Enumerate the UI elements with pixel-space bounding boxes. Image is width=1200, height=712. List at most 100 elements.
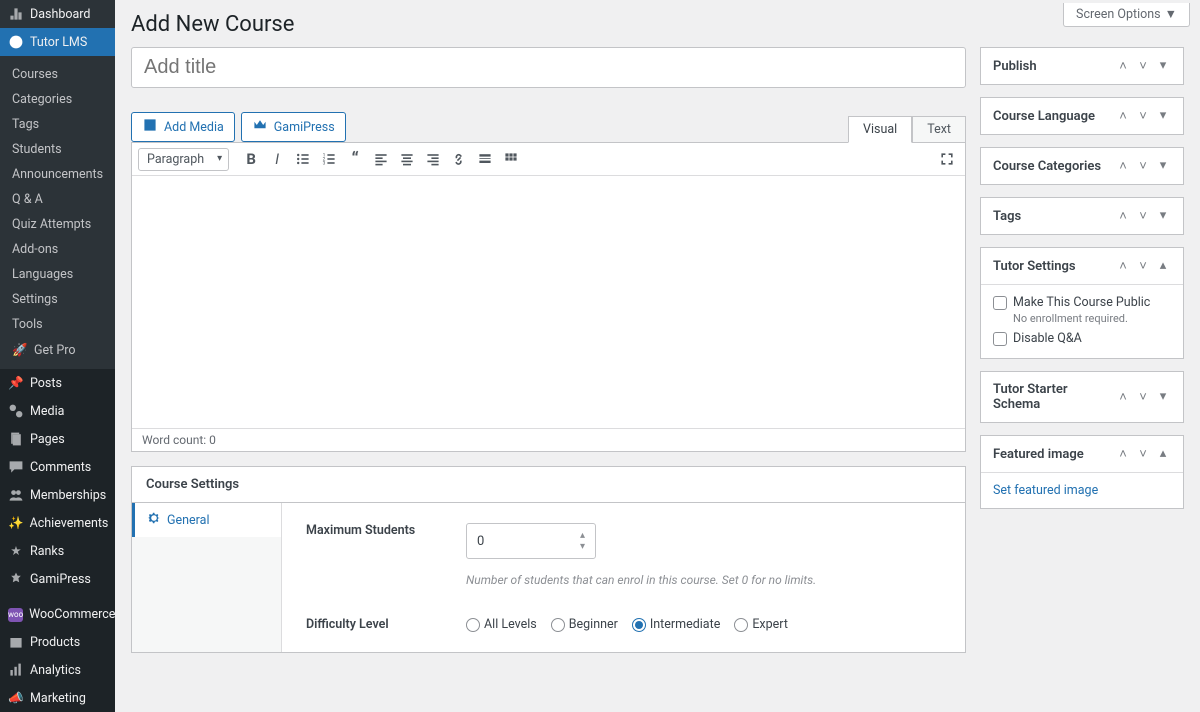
sidebar-sub-tags[interactable]: Tags — [0, 112, 115, 137]
move-up-icon[interactable]: ˄ — [1115, 389, 1131, 405]
woo-icon: woo — [8, 608, 23, 622]
metabox-featured-image: Featured image ˄˅▴ Set featured image — [980, 435, 1184, 509]
difficulty-intermediate[interactable]: Intermediate — [632, 617, 720, 632]
add-media-button[interactable]: Add Media — [131, 112, 235, 142]
align-right-button[interactable] — [421, 147, 445, 171]
toggle-icon[interactable]: ▾ — [1155, 158, 1171, 174]
sidebar-item-marketing[interactable]: 📣Marketing — [0, 684, 115, 712]
align-center-button[interactable] — [395, 147, 419, 171]
move-up-icon[interactable]: ˄ — [1115, 108, 1131, 124]
sidebar-item-dashboard[interactable]: Dashboard — [0, 0, 115, 28]
sidebar-sub-quiz-attempts[interactable]: Quiz Attempts — [0, 212, 115, 237]
word-count: Word count: 0 — [132, 428, 965, 451]
sidebar-item-achievements[interactable]: ✨Achievements — [0, 509, 115, 537]
sidebar-item-media[interactable]: Media — [0, 397, 115, 425]
sidebar-sub-qa[interactable]: Q & A — [0, 187, 115, 212]
sidebar-sub-students[interactable]: Students — [0, 137, 115, 162]
toolbar-toggle-button[interactable] — [499, 147, 523, 171]
make-public-checkbox[interactable]: Make This Course Public — [993, 295, 1171, 310]
sidebar-item-gamipress[interactable]: GamiPress — [0, 565, 115, 593]
difficulty-expert[interactable]: Expert — [734, 617, 788, 632]
disable-qa-checkbox[interactable]: Disable Q&A — [993, 331, 1171, 346]
link-button[interactable] — [447, 147, 471, 171]
screen-options-button[interactable]: Screen Options ▼ — [1063, 3, 1190, 27]
sidebar-sub-settings[interactable]: Settings — [0, 287, 115, 312]
toggle-icon[interactable]: ▴ — [1155, 446, 1171, 462]
sidebar-label: Comments — [30, 460, 91, 475]
move-down-icon[interactable]: ˅ — [1135, 208, 1151, 224]
svg-text:3: 3 — [323, 161, 326, 167]
paragraph-select[interactable]: Paragraph — [138, 148, 229, 171]
quote-button[interactable]: “ — [343, 147, 367, 171]
toggle-icon[interactable]: ▾ — [1155, 108, 1171, 124]
toggle-icon[interactable]: ▾ — [1155, 208, 1171, 224]
sidebar-sub-announcements[interactable]: Announcements — [0, 162, 115, 187]
bold-button[interactable]: B — [239, 147, 263, 171]
course-title-input[interactable] — [131, 47, 966, 88]
toggle-icon[interactable]: ▴ — [1155, 258, 1171, 274]
sidebar-label: WooCommerce — [29, 607, 115, 622]
align-left-button[interactable] — [369, 147, 393, 171]
sidebar-item-comments[interactable]: Comments — [0, 453, 115, 481]
move-down-icon[interactable]: ˅ — [1135, 58, 1151, 74]
move-down-icon[interactable]: ˅ — [1135, 446, 1151, 462]
sidebar-sub-get-pro[interactable]: 🚀 Get Pro — [0, 337, 115, 363]
dashboard-icon — [8, 6, 24, 22]
move-up-icon[interactable]: ˄ — [1115, 158, 1131, 174]
sidebar-item-woocommerce[interactable]: woo WooCommerce — [0, 601, 115, 628]
max-students-label: Maximum Students — [306, 523, 436, 587]
toggle-icon[interactable]: ▾ — [1155, 389, 1171, 405]
sidebar-sub-addons[interactable]: Add-ons — [0, 237, 115, 262]
checkbox-icon — [993, 332, 1007, 346]
sidebar-label: Pages — [30, 432, 65, 447]
move-up-icon[interactable]: ˄ — [1115, 258, 1131, 274]
set-featured-image-link[interactable]: Set featured image — [993, 483, 1098, 498]
checkbox-label: Make This Course Public — [1013, 295, 1150, 310]
sidebar-item-tutor-lms[interactable]: Tutor LMS — [0, 28, 115, 56]
move-down-icon[interactable]: ˅ — [1135, 258, 1151, 274]
move-up-icon[interactable]: ˄ — [1115, 58, 1131, 74]
button-label: GamiPress — [274, 120, 335, 135]
metabox-title: Course Language — [993, 109, 1095, 124]
sidebar-item-analytics[interactable]: Analytics — [0, 656, 115, 684]
difficulty-all-levels[interactable]: All Levels — [466, 617, 537, 632]
pin-icon: 📌 — [8, 375, 24, 391]
sidebar-item-posts[interactable]: 📌Posts — [0, 369, 115, 397]
readmore-button[interactable] — [473, 147, 497, 171]
course-settings-tab-general[interactable]: General — [132, 503, 281, 537]
metabox-course-categories: Course Categories ˄˅▾ — [980, 147, 1184, 185]
move-up-icon[interactable]: ˄ — [1115, 208, 1131, 224]
stepper-icon[interactable]: ▴▾ — [580, 530, 585, 552]
bullet-list-button[interactable] — [291, 147, 315, 171]
move-down-icon[interactable]: ˅ — [1135, 108, 1151, 124]
sidebar-sub-languages[interactable]: Languages — [0, 262, 115, 287]
sidebar-sub-courses[interactable]: Courses — [0, 62, 115, 87]
sidebar-item-products[interactable]: Products — [0, 628, 115, 656]
sidebar-label: Media — [30, 404, 64, 419]
sidebar-label: Get Pro — [34, 343, 75, 358]
metabox-title: Publish — [993, 59, 1037, 74]
sidebar-item-pages[interactable]: Pages — [0, 425, 115, 453]
fullscreen-button[interactable] — [935, 147, 959, 171]
sidebar-label: Marketing — [30, 691, 86, 706]
max-students-input[interactable]: 0 ▴▾ — [466, 523, 596, 559]
numbered-list-button[interactable]: 123 — [317, 147, 341, 171]
sidebar-item-ranks[interactable]: ★Ranks — [0, 537, 115, 565]
make-public-hint: No enrollment required. — [1013, 312, 1171, 325]
difficulty-beginner[interactable]: Beginner — [551, 617, 618, 632]
editor-canvas[interactable] — [132, 176, 965, 428]
sidebar-label: Memberships — [30, 488, 106, 503]
editor-tab-visual[interactable]: Visual — [848, 116, 912, 143]
move-down-icon[interactable]: ˅ — [1135, 389, 1151, 405]
move-down-icon[interactable]: ˅ — [1135, 158, 1151, 174]
italic-button[interactable]: I — [265, 147, 289, 171]
gamipress-button[interactable]: GamiPress — [241, 112, 346, 142]
move-up-icon[interactable]: ˄ — [1115, 446, 1131, 462]
editor-tab-text[interactable]: Text — [912, 116, 966, 143]
sidebar-sub-categories[interactable]: Categories — [0, 87, 115, 112]
sidebar-sub-tools[interactable]: Tools — [0, 312, 115, 337]
toggle-icon[interactable]: ▾ — [1155, 58, 1171, 74]
metabox-title: Featured image — [993, 447, 1084, 462]
chevron-down-icon: ▼ — [1165, 7, 1177, 22]
sidebar-item-memberships[interactable]: Memberships — [0, 481, 115, 509]
